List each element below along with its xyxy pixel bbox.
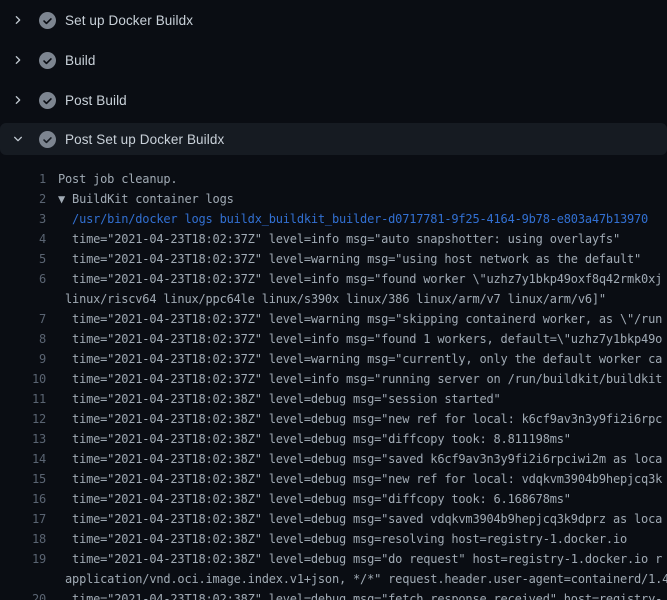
check-circle-icon: [38, 130, 56, 148]
step-label: Build: [65, 53, 96, 68]
line-number[interactable]: 20: [0, 589, 46, 600]
line-number[interactable]: 17: [0, 509, 46, 529]
check-circle-icon: [38, 51, 56, 69]
line-number[interactable]: 18: [0, 529, 46, 549]
log-line: 10 time="2021-04-23T18:02:37Z" level=inf…: [0, 369, 667, 389]
log-line-text: time="2021-04-23T18:02:37Z" level=info m…: [58, 269, 667, 289]
log-line-text: time="2021-04-23T18:02:38Z" level=debug …: [58, 449, 667, 469]
log-line: 9 time="2021-04-23T18:02:37Z" level=warn…: [0, 349, 667, 369]
log-line-text: linux/riscv64 linux/ppc64le linux/s390x …: [58, 289, 667, 309]
chevron-right-icon: [12, 14, 24, 26]
log-line: 12 time="2021-04-23T18:02:38Z" level=deb…: [0, 409, 667, 429]
chevron-down-icon: [12, 133, 24, 145]
log-line: 1 Post job cleanup.: [0, 169, 667, 189]
line-number[interactable]: 19: [0, 549, 46, 569]
log-viewer: 1 Post job cleanup. 2 ▼ BuildKit contain…: [0, 169, 667, 600]
log-line-text[interactable]: ▼ BuildKit container logs: [58, 189, 667, 209]
line-number[interactable]: 5: [0, 249, 46, 269]
line-number[interactable]: 7: [0, 309, 46, 329]
line-number[interactable]: 11: [0, 389, 46, 409]
log-line-text: time="2021-04-23T18:02:38Z" level=debug …: [58, 549, 667, 569]
step-row-build[interactable]: Build: [0, 40, 667, 80]
line-number[interactable]: [0, 569, 46, 589]
log-line: 3 /usr/bin/docker logs buildx_buildkit_b…: [0, 209, 667, 229]
log-line: 7 time="2021-04-23T18:02:37Z" level=warn…: [0, 309, 667, 329]
log-line: 20 time="2021-04-23T18:02:38Z" level=deb…: [0, 589, 667, 600]
log-line: 13 time="2021-04-23T18:02:38Z" level=deb…: [0, 429, 667, 449]
log-line-text: time="2021-04-23T18:02:38Z" level=debug …: [58, 409, 667, 429]
log-line: 8 time="2021-04-23T18:02:37Z" level=info…: [0, 329, 667, 349]
log-line: 2 ▼ BuildKit container logs: [0, 189, 667, 209]
log-line-text: application/vnd.oci.image.index.v1+json,…: [58, 569, 667, 589]
line-number[interactable]: [0, 289, 46, 309]
line-number[interactable]: 13: [0, 429, 46, 449]
actions-log-viewer: Set up Docker Buildx Build Post Build Po…: [0, 0, 667, 600]
log-line-text: time="2021-04-23T18:02:38Z" level=debug …: [58, 469, 667, 489]
line-number[interactable]: 4: [0, 229, 46, 249]
log-line: 4 time="2021-04-23T18:02:37Z" level=info…: [0, 229, 667, 249]
line-number[interactable]: 2: [0, 189, 46, 209]
log-line: 14 time="2021-04-23T18:02:38Z" level=deb…: [0, 449, 667, 469]
line-number[interactable]: 15: [0, 469, 46, 489]
line-number[interactable]: 6: [0, 269, 46, 289]
chevron-right-icon: [12, 94, 24, 106]
log-line-text: time="2021-04-23T18:02:38Z" level=debug …: [58, 489, 667, 509]
line-number[interactable]: 10: [0, 369, 46, 389]
line-number[interactable]: 3: [0, 209, 46, 229]
check-circle-icon: [38, 11, 56, 29]
log-line-text: time="2021-04-23T18:02:38Z" level=debug …: [58, 529, 667, 549]
log-line-text: /usr/bin/docker logs buildx_buildkit_bui…: [58, 209, 667, 229]
log-line: 15 time="2021-04-23T18:02:38Z" level=deb…: [0, 469, 667, 489]
line-number[interactable]: 16: [0, 489, 46, 509]
step-row-post-build[interactable]: Post Build: [0, 80, 667, 120]
log-line: 11 time="2021-04-23T18:02:38Z" level=deb…: [0, 389, 667, 409]
log-line-text: time="2021-04-23T18:02:37Z" level=info m…: [58, 369, 667, 389]
step-label: Post Set up Docker Buildx: [65, 132, 224, 147]
log-line: 5 time="2021-04-23T18:02:37Z" level=warn…: [0, 249, 667, 269]
log-line-text: time="2021-04-23T18:02:37Z" level=warnin…: [58, 249, 667, 269]
log-line: 17 time="2021-04-23T18:02:38Z" level=deb…: [0, 509, 667, 529]
log-line-text: Post job cleanup.: [58, 169, 667, 189]
check-circle-icon: [38, 91, 56, 109]
log-line-text: time="2021-04-23T18:02:37Z" level=info m…: [58, 229, 667, 249]
log-line: 16 time="2021-04-23T18:02:38Z" level=deb…: [0, 489, 667, 509]
line-number[interactable]: 12: [0, 409, 46, 429]
line-number[interactable]: 14: [0, 449, 46, 469]
line-number[interactable]: 8: [0, 329, 46, 349]
log-line-text: time="2021-04-23T18:02:37Z" level=warnin…: [58, 349, 667, 369]
log-line-text: time="2021-04-23T18:02:38Z" level=debug …: [58, 389, 667, 409]
step-label: Set up Docker Buildx: [65, 13, 193, 28]
steps-list: Set up Docker Buildx Build Post Build Po…: [0, 0, 667, 155]
step-label: Post Build: [65, 93, 127, 108]
log-line: 18 time="2021-04-23T18:02:38Z" level=deb…: [0, 529, 667, 549]
step-row-post-set-up-docker-buildx[interactable]: Post Set up Docker Buildx: [0, 123, 667, 155]
chevron-right-icon: [12, 54, 24, 66]
line-number[interactable]: 1: [0, 169, 46, 189]
line-number[interactable]: 9: [0, 349, 46, 369]
log-line-text: time="2021-04-23T18:02:38Z" level=debug …: [58, 429, 667, 449]
log-line-text: time="2021-04-23T18:02:37Z" level=warnin…: [58, 309, 667, 329]
log-line: 19 time="2021-04-23T18:02:38Z" level=deb…: [0, 549, 667, 569]
log-line-text: time="2021-04-23T18:02:38Z" level=debug …: [58, 589, 667, 600]
step-row-set-up-docker-buildx[interactable]: Set up Docker Buildx: [0, 0, 667, 40]
log-line-text: time="2021-04-23T18:02:38Z" level=debug …: [58, 509, 667, 529]
log-line-text: time="2021-04-23T18:02:37Z" level=info m…: [58, 329, 667, 349]
log-line: 6 time="2021-04-23T18:02:37Z" level=info…: [0, 269, 667, 289]
log-line: application/vnd.oci.image.index.v1+json,…: [0, 569, 667, 589]
log-line: linux/riscv64 linux/ppc64le linux/s390x …: [0, 289, 667, 309]
